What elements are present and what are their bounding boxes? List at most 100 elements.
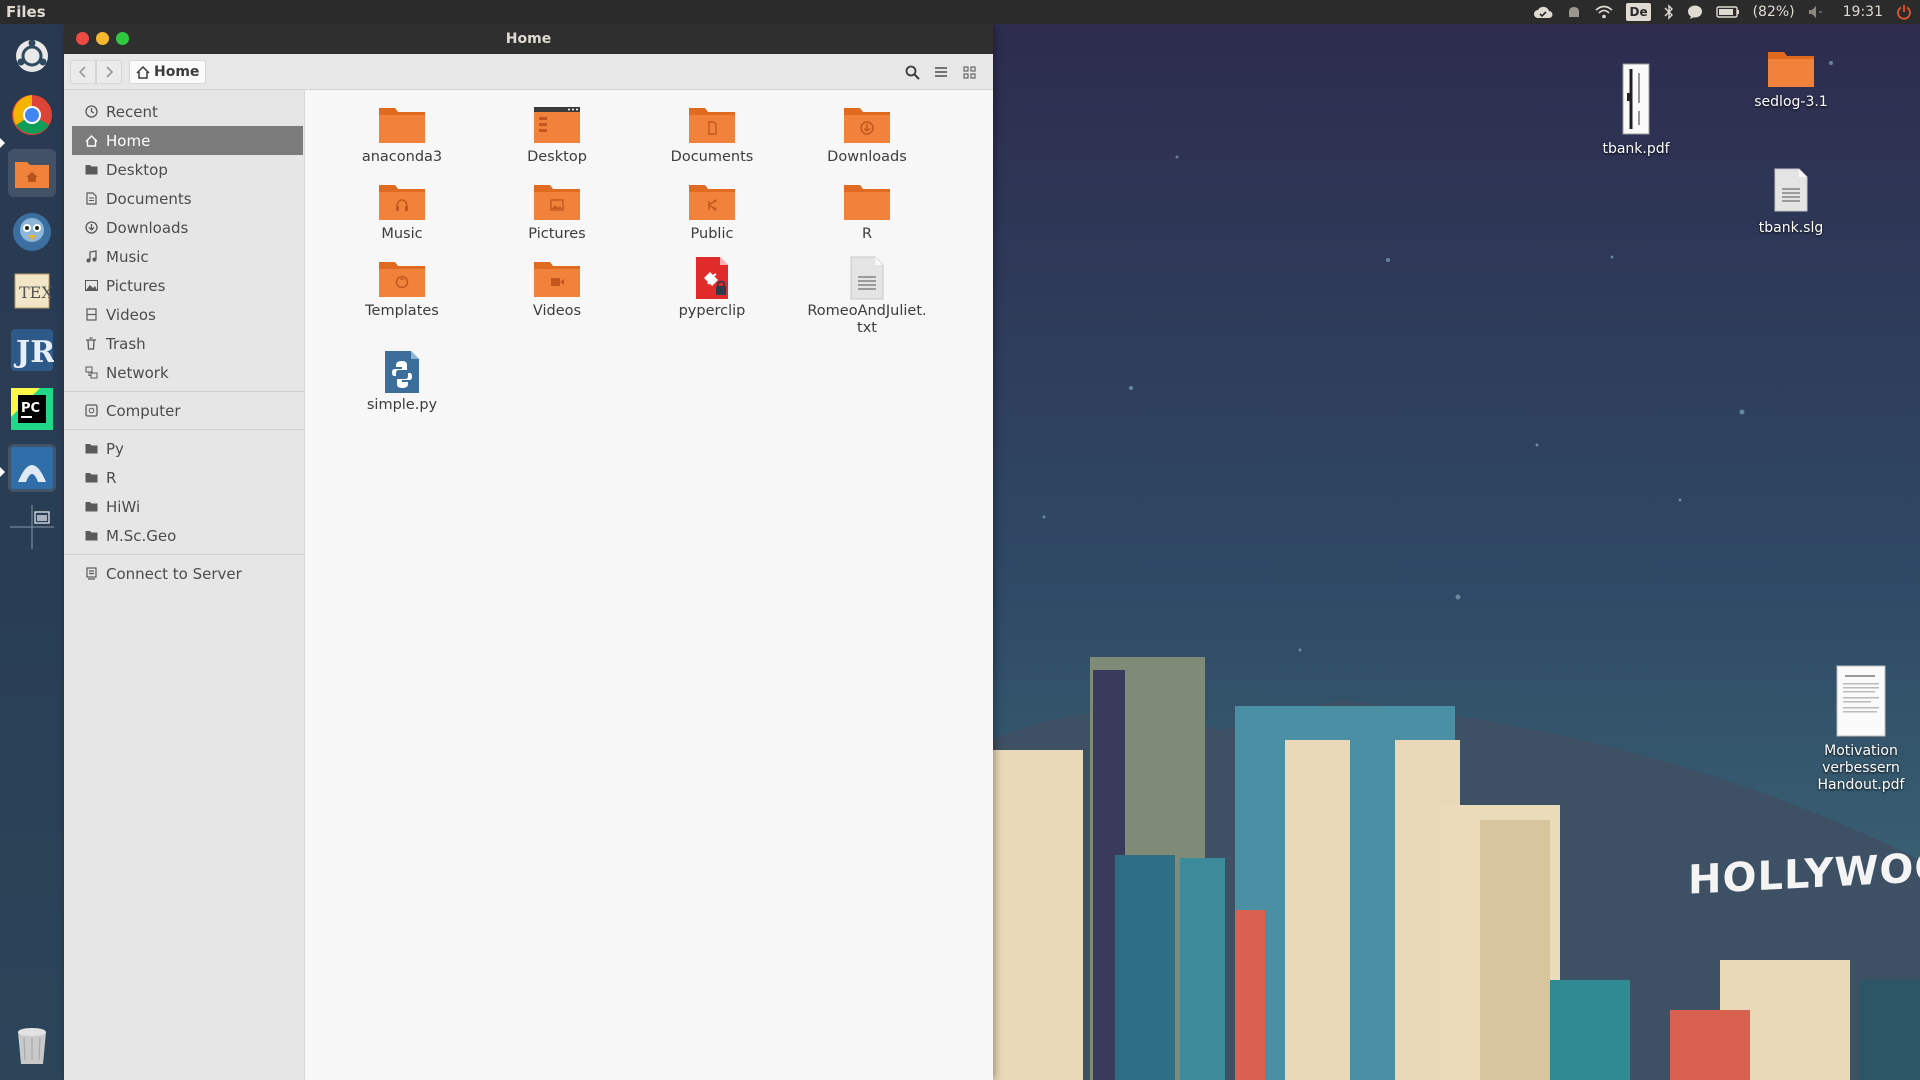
drive-icon [84,404,98,417]
folder-icon [84,501,98,512]
sidebar-item-pictures[interactable]: Pictures [64,271,304,300]
sidebar-item-m-sc-geo[interactable]: M.Sc.Geo [64,521,304,550]
sidebar-item-label: Pictures [106,276,166,295]
sidebar-item-label: HiWi [106,497,141,516]
sidebar-separator [64,391,304,392]
file-name: Videos [532,303,582,319]
file-item-videos[interactable]: Videos [487,256,627,320]
window-minimize-button[interactable] [96,32,109,45]
window-close-button[interactable] [76,32,89,45]
file-item-documents[interactable]: Documents [642,102,782,166]
sidebar-item-documents[interactable]: Documents [64,184,304,213]
trash-icon[interactable] [8,1020,56,1068]
file-item-public[interactable]: Public [642,179,782,243]
sidebar-item-connect-to-server[interactable]: Connect to Server [64,559,304,588]
path-bar-home[interactable]: Home [129,60,207,84]
sidebar-item-hiwi[interactable]: HiWi [64,492,304,521]
file-item-simple-py[interactable]: simple.py [332,350,472,414]
folder-desktop-icon [533,102,581,146]
sidebar-item-home[interactable]: Home [72,126,303,155]
file-item-desktop[interactable]: Desktop [487,102,627,166]
keyboard-layout-indicator[interactable]: De [1626,3,1651,21]
active-app-name: Files [6,3,46,21]
top-panel: Files De (82%) 19:31 [0,0,1920,24]
files-icon[interactable] [8,149,56,197]
chrome-icon[interactable] [8,91,56,139]
sidebar-item-label: Documents [106,189,192,208]
folder-templates-icon [378,256,426,300]
pdf-strip-file-icon [1621,63,1651,139]
jabref-icon[interactable]: JR [8,326,56,374]
search-button[interactable] [899,59,925,85]
file-item-romeoandjuliet-txt[interactable]: RomeoAndJuliet. txt [797,256,937,337]
volume-icon[interactable] [1808,3,1830,21]
file-name: simple.py [366,397,438,413]
grid-view-button[interactable] [956,59,982,85]
file-grid: anaconda3 Desktop Documents Downloads Music P… [306,90,993,1080]
file-name: Desktop [527,149,587,165]
file-item-pyperclip[interactable]: pyperclip [642,256,782,320]
file-item-music[interactable]: Music [332,179,472,243]
sidebar-item-downloads[interactable]: Downloads [64,213,304,242]
wifi-icon[interactable] [1595,3,1614,21]
file-name: Documents [670,149,754,165]
folder-icon [84,443,98,454]
sidebar-item-computer[interactable]: Computer [64,396,304,425]
text-file-icon [843,256,891,300]
desktop-item-tbank-slg[interactable]: tbank.slg [1736,166,1846,237]
desktop-item-motivation-verbessern-handout-pdf[interactable]: Motivation verbessern Handout.pdf [1806,665,1916,794]
svg-text:JR: JR [13,335,54,370]
battery-icon[interactable] [1715,3,1740,21]
sidebar-item-desktop[interactable]: Desktop [64,155,304,184]
folder-icon [1767,48,1815,92]
dash-icon[interactable] [8,32,56,80]
clock-time[interactable]: 19:31 [1843,4,1883,20]
launcher-active-indicator-2 [0,467,5,477]
texstudio-icon[interactable]: TEX [8,267,56,315]
chat-bubble-icon[interactable] [1687,3,1703,21]
places-sidebar: Recent Home Desktop Documents Downloads Music… [64,90,305,1080]
sidebar-item-label: Desktop [106,160,168,179]
window-maximize-button[interactable] [116,32,129,45]
file-item-pictures[interactable]: Pictures [487,179,627,243]
file-item-templates[interactable]: Templates [332,256,472,320]
forward-button[interactable] [96,60,122,84]
file-item-downloads[interactable]: Downloads [797,102,937,166]
blue-app-icon[interactable] [8,444,56,492]
file-item-r[interactable]: R [797,179,937,243]
bluetooth-icon[interactable] [1664,3,1674,21]
desktop-item-label: tbank.pdf [1602,141,1670,157]
file-item-anaconda3[interactable]: anaconda3 [332,102,472,166]
folder-music-icon [378,179,426,223]
home-icon [84,134,98,147]
sidebar-item-network[interactable]: Network [64,358,304,387]
messaging-icon[interactable] [1566,3,1582,21]
sidebar-item-r[interactable]: R [64,463,304,492]
sidebar-item-videos[interactable]: Videos [64,300,304,329]
workspace-switcher-icon[interactable] [8,503,56,551]
folder-icon [378,102,426,146]
chevron-right-icon [106,66,114,78]
sidebar-item-music[interactable]: Music [64,242,304,271]
sidebar-item-label: Py [106,439,124,458]
thunderbird-icon[interactable] [8,208,56,256]
folder-icon [843,179,891,223]
cloud-sync-icon[interactable] [1533,3,1553,21]
window-titlebar[interactable]: Home [64,24,993,54]
film-icon [84,308,98,321]
desktop-item-tbank-pdf[interactable]: tbank.pdf [1581,63,1691,158]
pycharm-icon[interactable]: PC [8,385,56,433]
power-icon[interactable] [1896,3,1912,21]
sidebar-item-trash[interactable]: Trash [64,329,304,358]
sidebar-item-recent[interactable]: Recent [64,97,304,126]
desktop-item-sedlog-3-1[interactable]: sedlog-3.1 [1736,48,1846,111]
list-view-button[interactable] [928,59,954,85]
battery-percentage[interactable]: (82%) [1753,4,1795,20]
sidebar-item-label: Downloads [106,218,189,237]
unity-launcher: TEX JR PC [0,24,64,1080]
server-icon [84,567,98,580]
back-button[interactable] [70,60,96,84]
folder-icon [84,472,98,483]
sidebar-item-label: Music [106,247,149,266]
sidebar-item-py[interactable]: Py [64,434,304,463]
